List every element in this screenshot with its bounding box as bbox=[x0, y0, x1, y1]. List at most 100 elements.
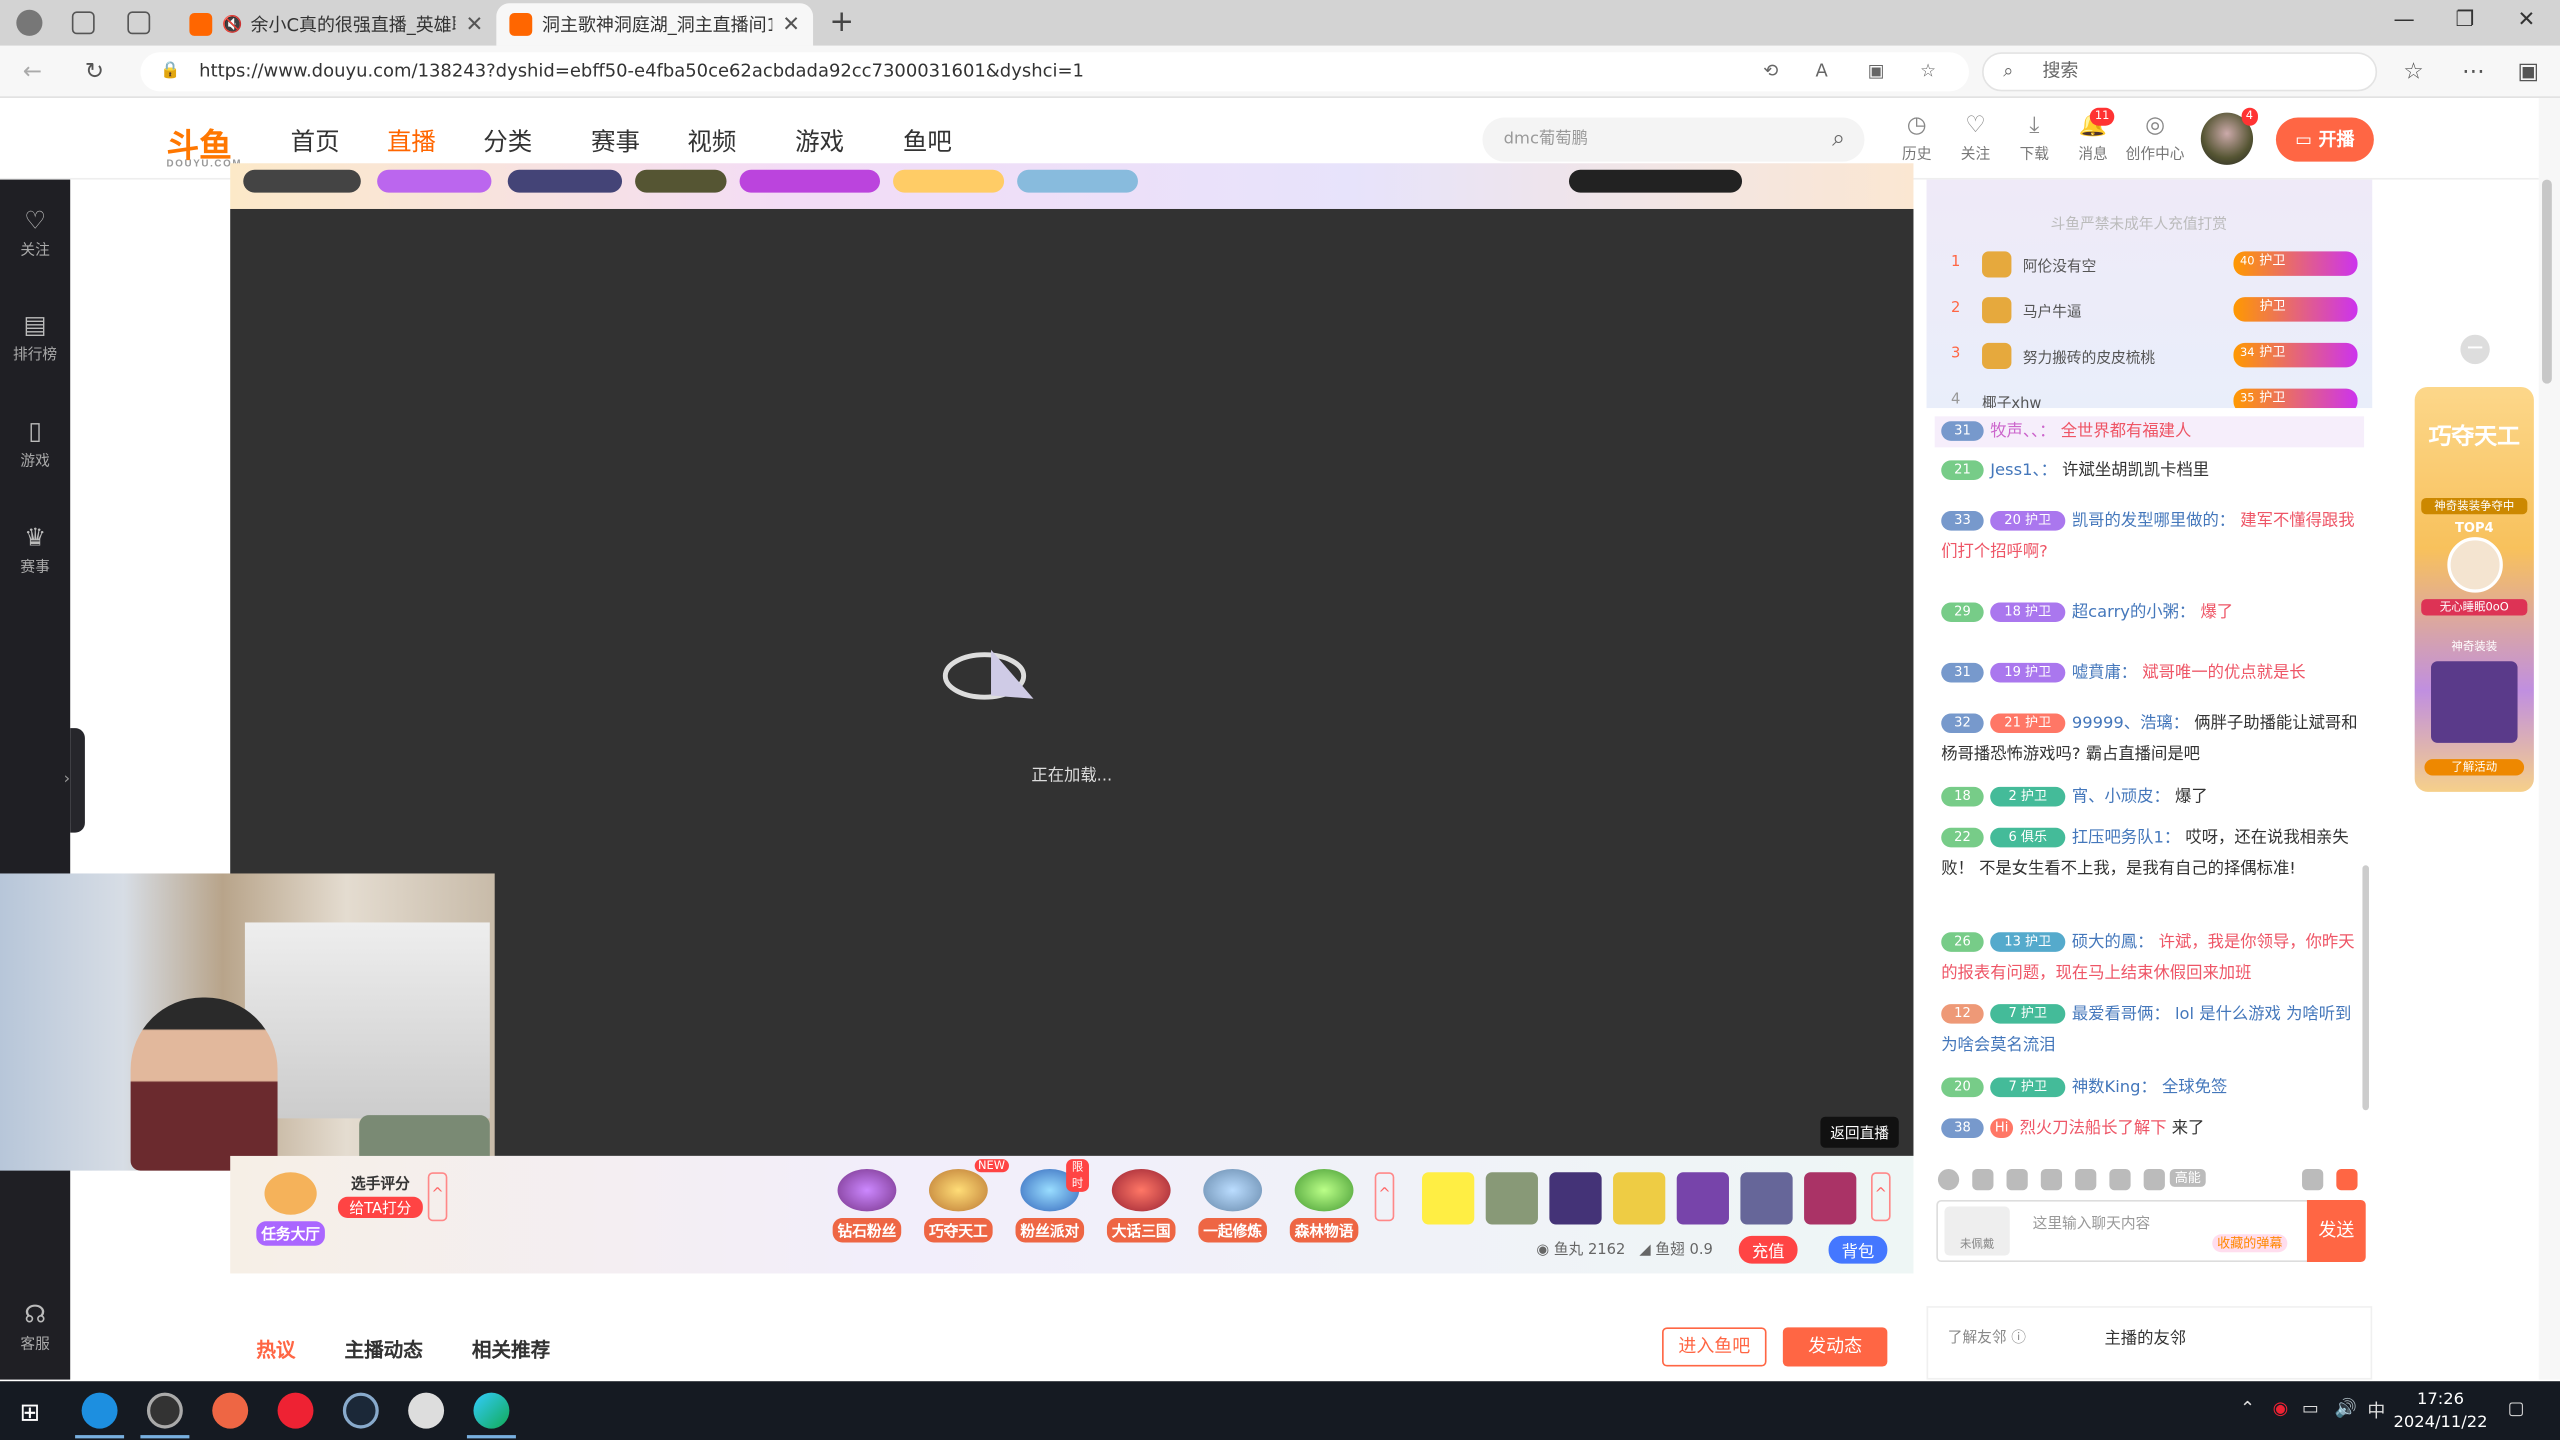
fan-icon[interactable] bbox=[2040, 1168, 2063, 1191]
site-search-input[interactable]: dmc葡萄鹏 ⌕ bbox=[1482, 117, 1865, 162]
creator-center-button[interactable]: ◎ 创作中心 bbox=[2122, 113, 2187, 164]
new-tab-button[interactable]: + bbox=[829, 5, 854, 39]
taskbar-steam-icon[interactable] bbox=[342, 1392, 379, 1429]
settings-icon[interactable] bbox=[2302, 1168, 2324, 1191]
taskbar-edge-icon[interactable] bbox=[473, 1392, 510, 1429]
profile-icon[interactable] bbox=[16, 9, 43, 36]
user-avatar[interactable]: 4 bbox=[2200, 107, 2258, 165]
nav-category[interactable]: 分类 bbox=[483, 124, 532, 158]
learn-friends-link[interactable]: 了解友邻 ⓘ bbox=[1948, 1326, 2026, 1347]
crown-icon[interactable] bbox=[2006, 1168, 2028, 1191]
nav-fishbar[interactable]: 鱼吧 bbox=[903, 124, 952, 158]
promo-float-panel[interactable]: 巧夺天工 神奇装装争夺中 TOP4 无心睡眠0oO 神奇装装 了解活动 bbox=[2414, 386, 2534, 792]
sidebar-item-follow[interactable]: ♡ 关注 bbox=[0, 206, 70, 260]
gift-scroll-left-icon[interactable]: ^ bbox=[1374, 1172, 1395, 1222]
rank-row[interactable]: 3 努力搬砖的皮皮梳桃 34 护卫 bbox=[1927, 338, 2373, 374]
close-tab-icon[interactable]: ✕ bbox=[782, 12, 800, 36]
ime-indicator[interactable]: 中 bbox=[2367, 1398, 2385, 1424]
bag-button[interactable]: 背包 bbox=[1828, 1235, 1888, 1264]
open-live-button[interactable]: ▭ 开播 bbox=[2275, 117, 2374, 162]
tag-pill[interactable] bbox=[507, 169, 623, 193]
badge-selector[interactable]: 未佩戴 bbox=[1944, 1206, 2010, 1256]
post-update-button[interactable]: 发动态 bbox=[1782, 1327, 1888, 1367]
history-button[interactable]: ◷ 历史 bbox=[1892, 113, 1941, 164]
tab-hot-discussion[interactable]: 热议 bbox=[256, 1336, 295, 1364]
nav-home[interactable]: 首页 bbox=[291, 124, 340, 158]
taskbar-app-icon[interactable] bbox=[81, 1392, 118, 1429]
tab-actions-icon[interactable] bbox=[127, 11, 151, 35]
item-ticket-icon[interactable] bbox=[1613, 1172, 1666, 1225]
gift-senlinwuyu[interactable]: 森林物语 bbox=[1285, 1168, 1363, 1243]
gift-fan-party[interactable]: 粉丝派对 限时 bbox=[1011, 1159, 1089, 1243]
chat-input-box[interactable]: 未佩戴 这里输入聊天内容 收藏的弹幕 发送 bbox=[1936, 1199, 2366, 1263]
taskbar-game-icon[interactable] bbox=[212, 1392, 249, 1429]
item-purple-icon[interactable] bbox=[1549, 1172, 1602, 1225]
nav-live[interactable]: 直播 bbox=[387, 124, 436, 158]
enter-fishbar-button[interactable]: 进入鱼吧 bbox=[1662, 1327, 1767, 1367]
url-field[interactable]: 🔒 https://www.douyu.com/138243?dyshid=eb… bbox=[140, 52, 1969, 92]
lock-icon[interactable]: 🔒 bbox=[160, 52, 180, 91]
taskbar-douyu-icon[interactable] bbox=[408, 1392, 445, 1429]
minimize-button[interactable]: — bbox=[2393, 8, 2414, 32]
gift-icon[interactable] bbox=[2109, 1168, 2131, 1191]
task-hall-button[interactable]: 任务大厅 bbox=[250, 1172, 332, 1246]
high-energy-button[interactable]: 高能 bbox=[2169, 1168, 2206, 1187]
tray-netease-icon[interactable]: ◉ bbox=[2273, 1398, 2289, 1419]
item-scroll-icon[interactable]: ^ bbox=[1871, 1172, 1891, 1222]
chat-scrollbar[interactable] bbox=[2362, 865, 2369, 1111]
red-packet-icon[interactable] bbox=[2336, 1168, 2358, 1191]
gift-dahuasanguo[interactable]: 大话三国 bbox=[1102, 1168, 1180, 1243]
promo-banner[interactable] bbox=[1568, 169, 1743, 193]
recharge-button[interactable]: 充值 bbox=[1738, 1235, 1798, 1264]
emoji-icon[interactable] bbox=[1937, 1168, 1960, 1191]
windows-start-icon[interactable]: ⊞ bbox=[20, 1398, 41, 1427]
sidebar-item-games[interactable]: ▯ 游戏 bbox=[0, 416, 70, 470]
network-icon[interactable]: ▭ bbox=[2302, 1398, 2319, 1419]
learn-activity-button[interactable]: 了解活动 bbox=[2424, 759, 2525, 776]
shield-icon[interactable] bbox=[2143, 1168, 2165, 1191]
taskbar-netease-music-icon[interactable] bbox=[277, 1392, 314, 1429]
tag-pill[interactable] bbox=[893, 169, 1005, 193]
follow-button[interactable]: ♡ 关注 bbox=[1951, 113, 2000, 164]
item-card-icon[interactable] bbox=[1676, 1172, 1729, 1225]
chat-input[interactable]: 这里输入聊天内容 bbox=[2033, 1211, 2151, 1232]
rank-row[interactable]: 1 阿伦没有空 40 护卫 bbox=[1927, 247, 2373, 283]
notification-icon[interactable]: ▢ bbox=[2508, 1398, 2525, 1419]
read-aloud-icon[interactable]: A bbox=[1816, 52, 1828, 91]
sidebar-item-events[interactable]: ♛ 赛事 bbox=[0, 522, 70, 576]
volume-icon[interactable]: 🔊 bbox=[2335, 1398, 2357, 1419]
download-button[interactable]: ⤓ 下载 bbox=[2010, 113, 2059, 164]
item-pink-icon[interactable] bbox=[1804, 1172, 1857, 1225]
horn-icon[interactable] bbox=[1972, 1168, 1994, 1191]
refresh-icon[interactable]: ↻ bbox=[85, 59, 104, 85]
collapse-promo-icon[interactable]: − bbox=[2460, 334, 2490, 365]
mute-icon[interactable]: 🔇 bbox=[222, 16, 242, 34]
close-tab-icon[interactable]: ✕ bbox=[465, 12, 483, 36]
noble-icon[interactable] bbox=[2075, 1168, 2097, 1191]
tag-pill[interactable] bbox=[1017, 169, 1138, 193]
nav-events[interactable]: 赛事 bbox=[591, 124, 640, 158]
rating-card[interactable]: 选手评分 给TA打分 bbox=[337, 1172, 423, 1221]
tag-pill[interactable] bbox=[377, 169, 492, 193]
tab-yuxiaoc[interactable]: 🔇 余小C真的很强直播_英雄联盟 ✕ bbox=[176, 3, 496, 45]
chat-list[interactable]: 31 牧声、、： 全世界都有福建人 21 Jess1、： 许斌坐胡凯凯卡档里 33 2… bbox=[1926, 408, 2373, 1160]
translate-icon[interactable]: ⟲ bbox=[1763, 52, 1778, 91]
douyu-logo[interactable]: 斗鱼 DOUYU.COM bbox=[167, 119, 243, 170]
nav-video[interactable]: 视频 bbox=[687, 124, 736, 158]
sidebar-item-ranking[interactable]: ▤ 排行榜 bbox=[0, 310, 70, 364]
saved-barrage-button[interactable]: 收藏的弹幕 bbox=[2212, 1234, 2288, 1253]
item-banana-icon[interactable] bbox=[1422, 1172, 1475, 1225]
back-to-live-button[interactable]: 返回直播 bbox=[1820, 1116, 1899, 1148]
tag-pill[interactable] bbox=[635, 169, 727, 193]
gift-diamond-fan[interactable]: 钻石粉丝 bbox=[828, 1168, 906, 1243]
expand-arrow-icon[interactable]: ^ bbox=[427, 1172, 448, 1222]
announcement-pill[interactable] bbox=[243, 169, 361, 193]
close-window-button[interactable]: ✕ bbox=[2518, 8, 2536, 32]
gift-qiaoduotiangong[interactable]: 巧夺天工 NEW bbox=[919, 1159, 1009, 1243]
message-button[interactable]: 🔔 消息 11 bbox=[2069, 107, 2118, 163]
rank-row[interactable]: 4 椰子xhw 35 护卫 bbox=[1927, 384, 2373, 409]
send-button[interactable]: 发送 bbox=[2306, 1199, 2366, 1263]
app-icon[interactable]: ▣ bbox=[1868, 52, 1885, 91]
system-clock[interactable]: 17:26 2024/11/22 bbox=[2393, 1389, 2487, 1435]
page-scrollbar-thumb[interactable] bbox=[2542, 179, 2552, 384]
